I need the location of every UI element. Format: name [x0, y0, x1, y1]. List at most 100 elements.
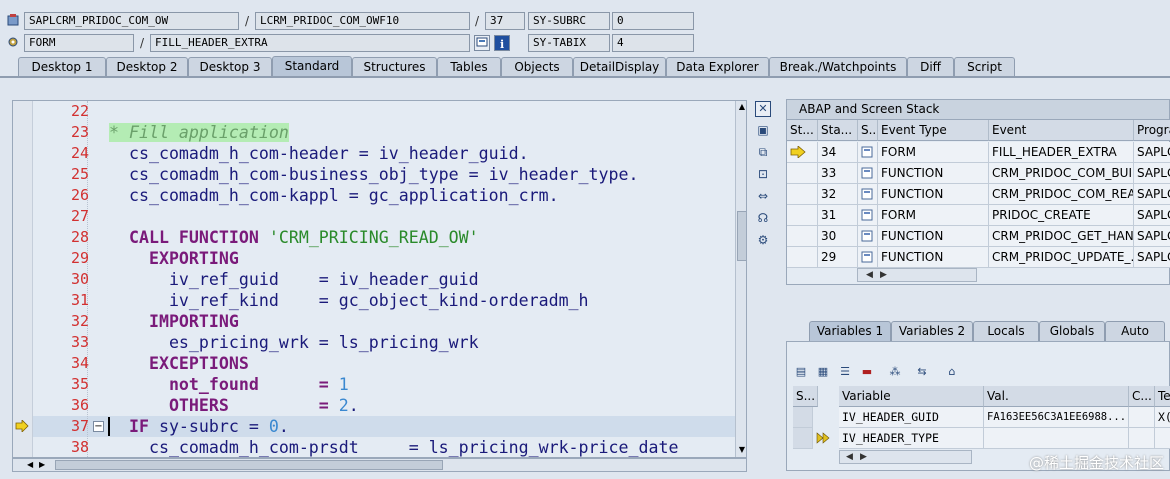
- table-icon[interactable]: ▤: [793, 364, 809, 380]
- scroll-up-icon[interactable]: ▲: [737, 102, 746, 112]
- maximize-icon[interactable]: ⊡: [755, 166, 771, 182]
- editor-vertical-scrollbar[interactable]: ▲ ▼: [735, 101, 746, 457]
- tab-locals[interactable]: Locals: [973, 321, 1039, 341]
- col-header[interactable]: S...: [858, 120, 878, 141]
- transfer-icon[interactable]: ⇆: [914, 364, 930, 380]
- source-editor[interactable]: − 22 23 24 25 26 27 28 29 30 31 32 33 34 35 36 37 38 * F…: [12, 100, 747, 458]
- new-tool-icon[interactable]: ▣: [755, 122, 771, 138]
- tab-breakpoints[interactable]: Break./Watchpoints: [769, 57, 907, 77]
- hierarchy-icon[interactable]: ⁂: [887, 364, 903, 380]
- stack-horizontal-scrollbar[interactable]: ◀ ▶: [857, 268, 977, 282]
- col-header[interactable]: Val.: [984, 386, 1129, 407]
- scroll-left-icon[interactable]: ◀: [866, 269, 873, 281]
- tab-globals[interactable]: Globals: [1039, 321, 1105, 341]
- tab-tables[interactable]: Tables: [437, 57, 501, 77]
- col-header[interactable]: Progra: [1134, 120, 1170, 141]
- stack-row[interactable]: 33 FUNCTIONCRM_PRIDOC_COM_BUIL...SAPLC: [787, 163, 1170, 184]
- col-header[interactable]: S...: [793, 386, 818, 407]
- variable-type: X(1: [1155, 407, 1170, 428]
- scroll-thumb[interactable]: [55, 460, 443, 470]
- swap-icon[interactable]: ⇔: [755, 188, 771, 204]
- replace-tool-icon[interactable]: ⧉: [755, 144, 771, 160]
- stack-event: CRM_PRIDOC_COM_BUIL...: [989, 163, 1134, 184]
- event-name-field: FILL_HEADER_EXTRA: [150, 34, 470, 52]
- stack-event: CRM_PRIDOC_COM_REA...: [989, 184, 1134, 205]
- event-type-field: FORM: [24, 34, 134, 52]
- row-selector[interactable]: [793, 407, 813, 428]
- col-header[interactable]: Te: [1155, 386, 1170, 407]
- variable-change: [1129, 428, 1155, 449]
- stack-program: SAPLC: [1134, 205, 1170, 226]
- scroll-left-icon[interactable]: ◀: [27, 459, 33, 471]
- col-header[interactable]: C...: [1129, 386, 1155, 407]
- tab-desktop-3[interactable]: Desktop 3: [188, 57, 272, 77]
- stack-panel: ABAP and Screen Stack St... Sta... S... …: [786, 99, 1170, 285]
- variables-horizontal-scrollbar[interactable]: ◀ ▶: [839, 450, 972, 464]
- variable-value[interactable]: [984, 428, 1129, 449]
- scroll-right-icon[interactable]: ▶: [39, 459, 45, 471]
- debug-icon: [6, 13, 20, 27]
- scroll-down-icon[interactable]: ▼: [737, 445, 746, 455]
- screen-icon: [861, 146, 873, 158]
- code-line-36: OTHERS = 2.: [109, 396, 359, 415]
- tab-desktop-1[interactable]: Desktop 1: [18, 57, 106, 77]
- tab-desktop-2[interactable]: Desktop 2: [106, 57, 188, 77]
- line-field: 37: [485, 12, 525, 30]
- tab-standard[interactable]: Standard: [272, 56, 352, 77]
- editor-horizontal-scrollbar[interactable]: ◀ ▶: [12, 458, 747, 472]
- sysval-field-1: 0: [612, 12, 694, 30]
- close-icon[interactable]: ✕: [755, 101, 771, 117]
- tab-divider: [0, 76, 1170, 78]
- variable-value[interactable]: FA163EE56C3A1EE6988...: [984, 407, 1129, 428]
- tab-detail-display[interactable]: DetailDisplay: [573, 57, 666, 77]
- scroll-right-icon[interactable]: ▶: [860, 451, 867, 463]
- variable-name[interactable]: IV_HEADER_TYPE: [839, 428, 984, 449]
- line-number: 34: [70, 354, 89, 372]
- tab-data-explorer[interactable]: Data Explorer: [666, 57, 769, 77]
- display-icon[interactable]: [474, 35, 490, 51]
- col-header[interactable]: St...: [787, 120, 818, 141]
- stack-marker-cell: [787, 163, 818, 184]
- info-icon[interactable]: i: [494, 35, 510, 51]
- fold-toggle-icon[interactable]: −: [93, 421, 104, 432]
- code-line-38: cs_comadm_h_com-prsdt = ls_pricing_wrk-p…: [109, 438, 679, 457]
- col-header[interactable]: Variable: [839, 386, 984, 407]
- variable-name[interactable]: IV_HEADER_GUID: [839, 407, 984, 428]
- tab-script[interactable]: Script: [954, 57, 1015, 77]
- tab-structures[interactable]: Structures: [352, 57, 437, 77]
- svg-text:i: i: [500, 38, 504, 50]
- scroll-thumb[interactable]: [737, 211, 746, 261]
- row-selector[interactable]: [793, 428, 813, 449]
- stack-row[interactable]: 34 FORMFILL_HEADER_EXTRASAPLC: [787, 142, 1170, 163]
- tab-variables-2[interactable]: Variables 2: [891, 321, 973, 341]
- line-number: 28: [70, 228, 89, 246]
- service-icon[interactable]: ☊: [755, 210, 771, 226]
- import-icon[interactable]: ▦: [815, 364, 831, 380]
- stack-row[interactable]: 32 FUNCTIONCRM_PRIDOC_COM_REA...SAPLC: [787, 184, 1170, 205]
- stack-row[interactable]: 31 FORMPRIDOC_CREATESAPLC: [787, 205, 1170, 226]
- scroll-right-icon[interactable]: ▶: [880, 269, 887, 281]
- list-icon[interactable]: ☰: [837, 364, 853, 380]
- code-line-23: * Fill application: [109, 123, 289, 142]
- line-number: 27: [70, 207, 89, 225]
- change-indicator-icon: [816, 432, 830, 444]
- screen-icon: [861, 188, 873, 200]
- tab-objects[interactable]: Objects: [501, 57, 573, 77]
- scroll-left-icon[interactable]: ◀: [846, 451, 853, 463]
- stack-row[interactable]: 30 FUNCTIONCRM_PRIDOC_GET_HAN...SAPLC: [787, 226, 1170, 247]
- tab-variables-1[interactable]: Variables 1: [809, 321, 891, 341]
- folder-icon[interactable]: ⌂: [944, 364, 960, 380]
- col-header[interactable]: Sta...: [818, 120, 858, 141]
- settings-icon[interactable]: ⚙: [755, 232, 771, 248]
- tab-auto[interactable]: Auto: [1105, 321, 1165, 341]
- delete-icon[interactable]: ▬: [859, 364, 875, 380]
- col-header[interactable]: Event: [989, 120, 1134, 141]
- col-header[interactable]: Event Type: [878, 120, 989, 141]
- stack-event-type: FORM: [878, 142, 989, 163]
- tab-diff[interactable]: Diff: [907, 57, 954, 77]
- stack-level: 29: [818, 247, 858, 268]
- separator: /: [475, 14, 480, 28]
- line-number: 29: [70, 249, 89, 267]
- stack-icon-cell: [858, 226, 878, 247]
- stack-row[interactable]: 29 FUNCTIONCRM_PRIDOC_UPDATE_...SAPLC: [787, 247, 1170, 268]
